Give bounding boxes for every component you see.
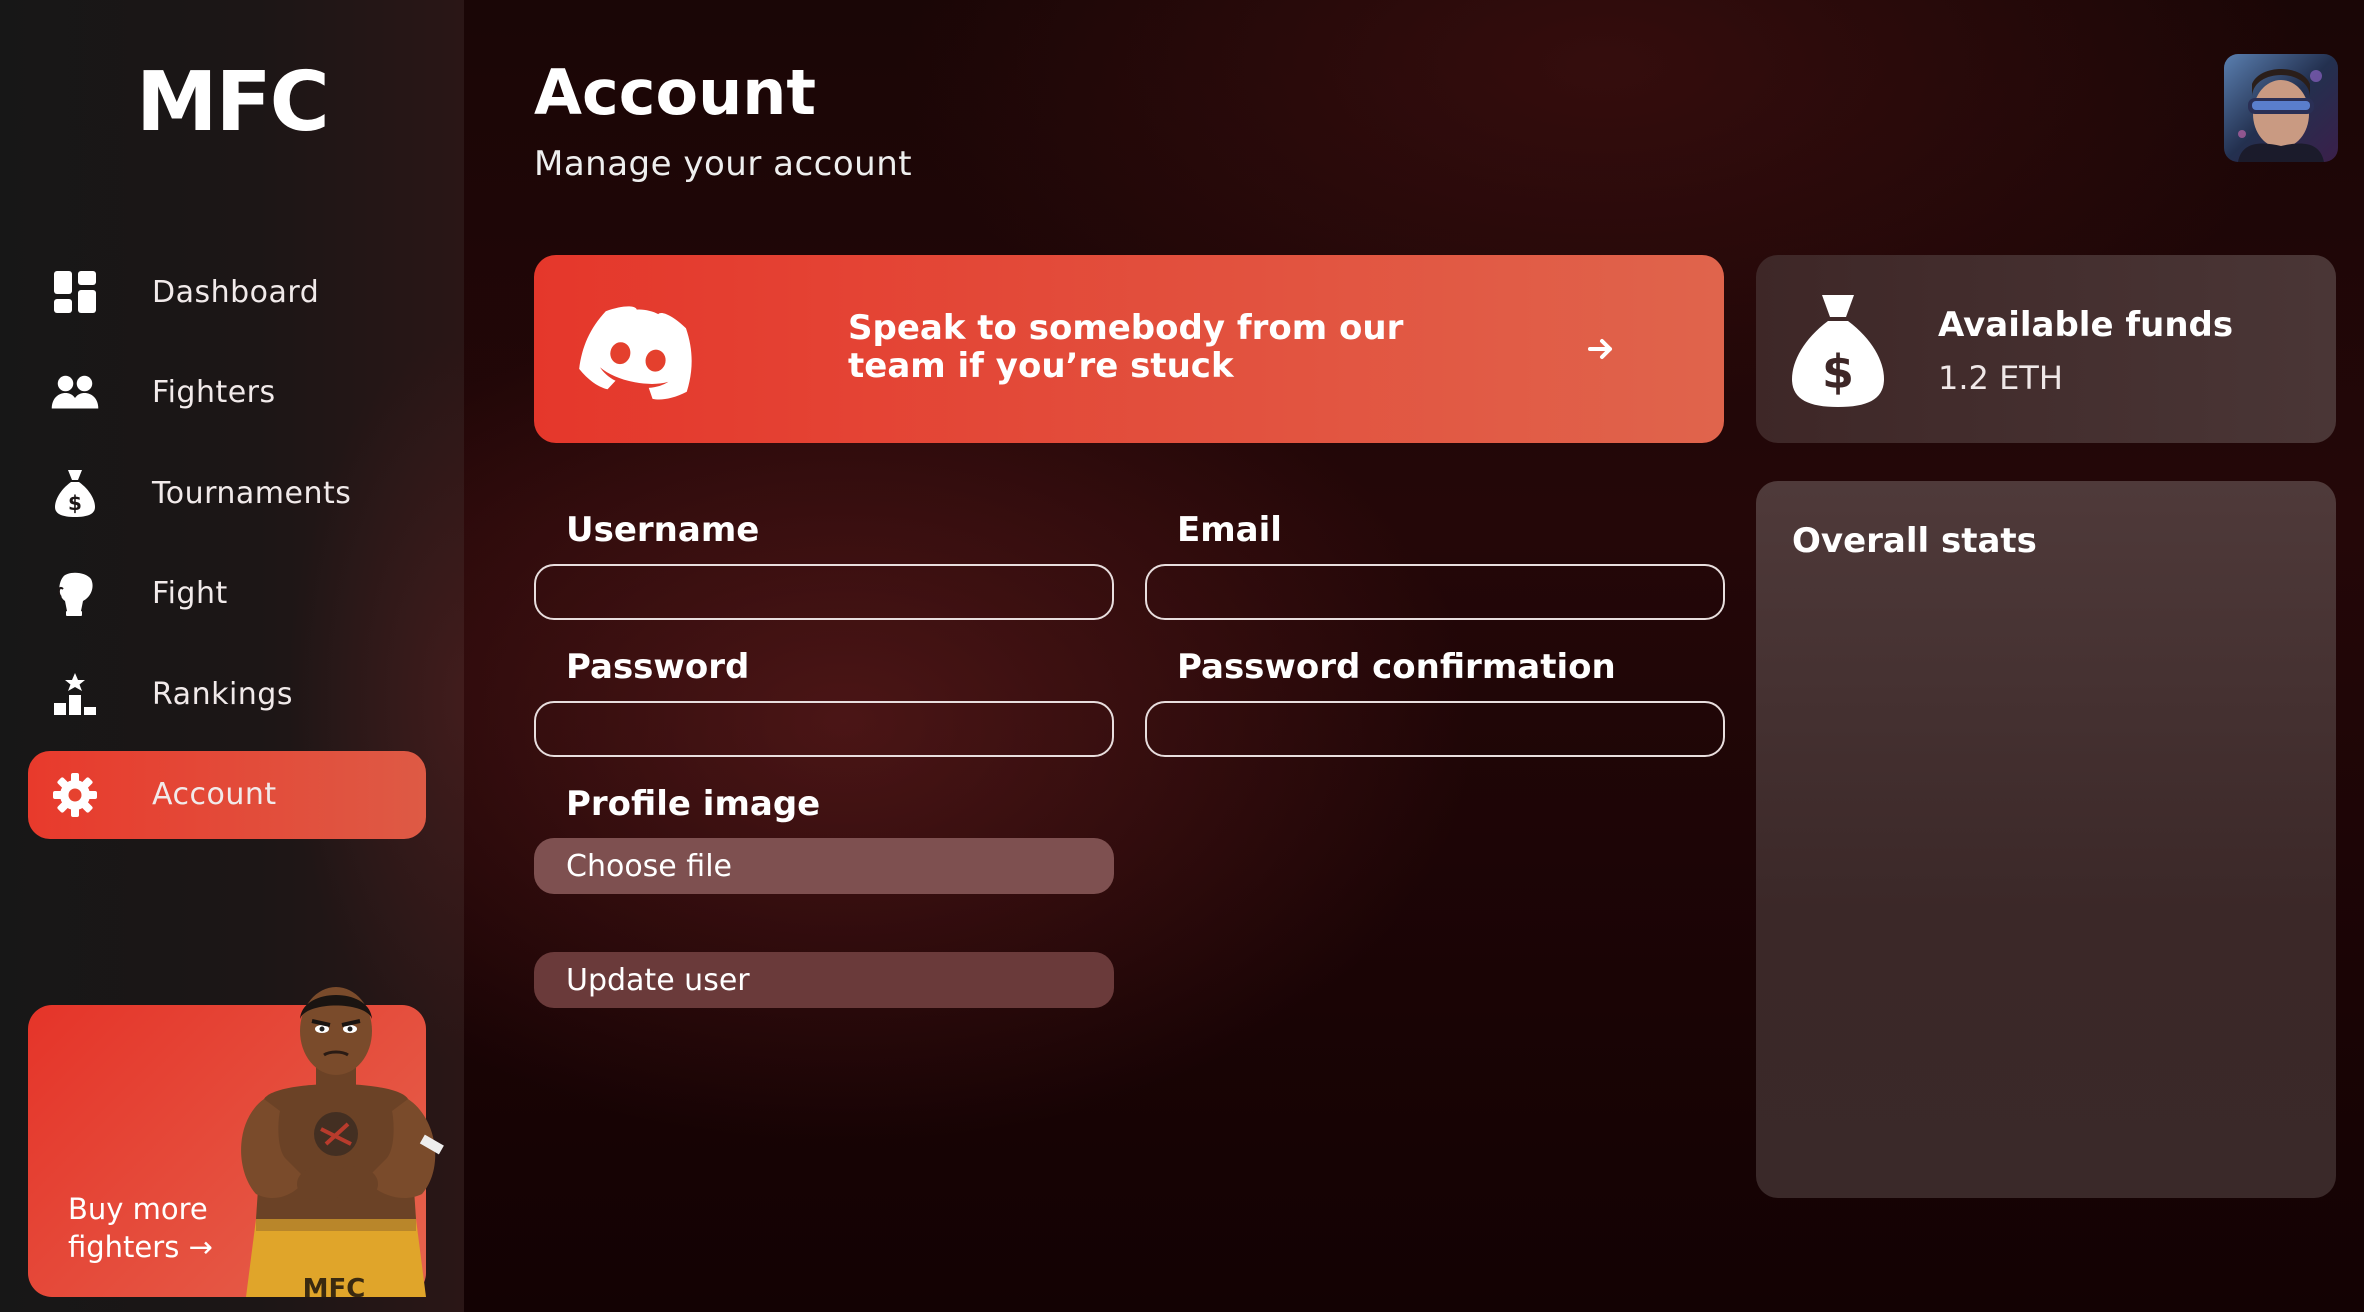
- buy-fighters-line1: Buy more: [68, 1192, 208, 1226]
- money-bag-icon: $: [50, 469, 100, 517]
- sidebar-item-fighters[interactable]: Fighters: [28, 349, 426, 437]
- sidebar-item-tournaments[interactable]: $ Tournaments: [28, 449, 426, 537]
- dashboard-icon: [50, 268, 100, 316]
- svg-text:$: $: [1822, 345, 1854, 399]
- sidebar-item-label: Fighters: [152, 375, 276, 410]
- sidebar-item-label: Fight: [152, 576, 228, 611]
- buy-fighters-text: Buy more fighters →: [68, 1190, 213, 1266]
- available-funds-title: Available funds: [1938, 305, 2234, 345]
- buy-fighters-card[interactable]: Buy more fighters → MFC: [28, 987, 444, 1297]
- profile-image-label: Profile image: [566, 784, 821, 824]
- discord-icon: [579, 306, 692, 400]
- overall-stats-card: Overall stats: [1756, 481, 2336, 1198]
- password-field[interactable]: [534, 701, 1114, 757]
- update-user-button[interactable]: Update user: [534, 952, 1114, 1008]
- page-title: Account: [534, 56, 816, 129]
- sidebar: MFC Dashboard Fighters $ Tournaments Fig…: [0, 0, 464, 1312]
- buy-fighters-line2: fighters →: [68, 1230, 213, 1264]
- sidebar-item-label: Rankings: [152, 676, 293, 712]
- discord-line2: team if you’re stuck: [848, 346, 1234, 386]
- choose-file-button[interactable]: Choose file: [534, 838, 1114, 894]
- sidebar-item-label: Tournaments: [152, 475, 352, 511]
- svg-text:$: $: [68, 491, 82, 515]
- page-subtitle: Manage your account: [534, 144, 913, 184]
- users-icon: [50, 369, 100, 417]
- username-label: Username: [566, 510, 760, 550]
- sidebar-item-account[interactable]: Account: [28, 750, 426, 839]
- avatar[interactable]: [2224, 54, 2338, 162]
- email-label: Email: [1177, 510, 1282, 550]
- discord-support-banner[interactable]: Speak to somebody from our team if you’r…: [534, 255, 1724, 443]
- money-bag-icon: $: [1792, 295, 1884, 407]
- sidebar-item-dashboard[interactable]: Dashboard: [28, 248, 426, 336]
- gear-icon: [50, 771, 100, 819]
- sidebar-item-fight[interactable]: Fight: [28, 550, 426, 638]
- username-field[interactable]: [534, 564, 1114, 620]
- discord-line1: Speak to somebody from our: [848, 308, 1404, 348]
- podium-icon: [50, 670, 100, 718]
- sidebar-item-rankings[interactable]: Rankings: [28, 650, 426, 738]
- logo[interactable]: MFC: [136, 62, 330, 144]
- password-confirmation-field[interactable]: [1145, 701, 1725, 757]
- sidebar-item-label: Dashboard: [152, 274, 320, 310]
- email-field[interactable]: [1145, 564, 1725, 620]
- password-label: Password: [566, 647, 750, 687]
- overall-stats-title: Overall stats: [1792, 521, 2037, 561]
- svg-text:MFC: MFC: [303, 1274, 366, 1297]
- sidebar-item-label: Account: [152, 777, 277, 812]
- available-funds-value: 1.2 ETH: [1938, 359, 2063, 397]
- password-confirmation-label: Password confirmation: [1177, 647, 1616, 687]
- available-funds-card: $ Available funds 1.2 ETH: [1756, 255, 2336, 443]
- fighter-illustration: MFC: [241, 987, 444, 1297]
- arrow-right-icon: [1588, 339, 1612, 359]
- main-content: Account Manage your account Speak to som…: [464, 0, 2364, 1312]
- sidebar-nav: Dashboard Fighters $ Tournaments Fight R…: [28, 248, 426, 851]
- boxing-glove-icon: [50, 570, 100, 618]
- discord-text: Speak to somebody from our team if you’r…: [848, 309, 1408, 385]
